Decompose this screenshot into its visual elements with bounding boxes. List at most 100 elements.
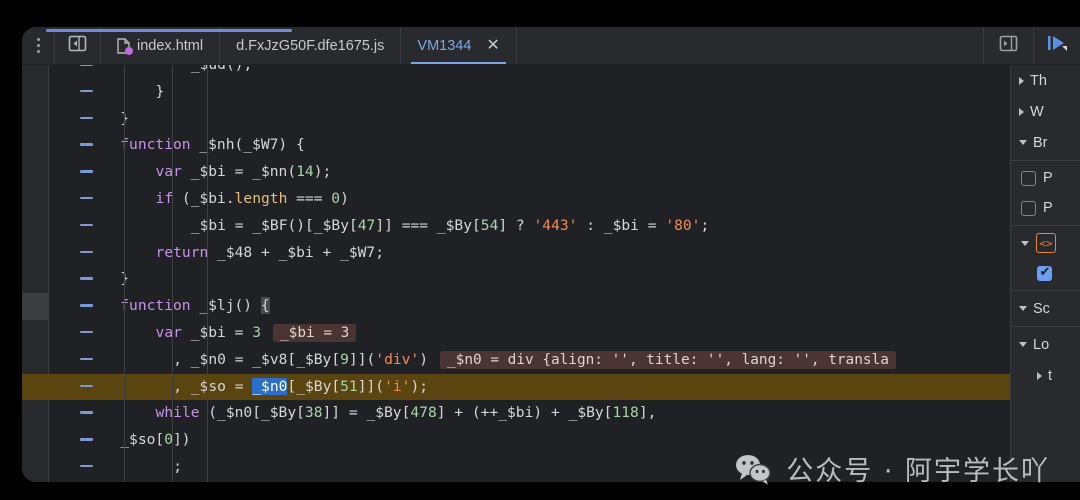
code-line[interactable]: var _$bi = _$nn(14);: [22, 159, 1010, 186]
code-token: : _$bi =: [577, 216, 666, 234]
sidebar-section-threads[interactable]: Th: [1011, 65, 1080, 96]
code-token: ;: [173, 457, 182, 475]
code-token: 9: [340, 350, 349, 368]
code-line[interactable]: , _$so = _$n0[_$By[51]]('i');: [22, 373, 1010, 401]
code-token: , _$so =: [173, 377, 253, 395]
code-token: ]] = _$By[: [322, 404, 411, 422]
code-token: ]): [173, 431, 191, 449]
resume-script-execution-button[interactable]: [1034, 27, 1080, 64]
three-dots-icon: [36, 38, 40, 41]
checkbox[interactable]: [1021, 170, 1036, 186]
sidebar-section-label: W: [1030, 103, 1044, 120]
chevron-right-icon: [1019, 76, 1024, 85]
pause-on-caught-exceptions-row[interactable]: P: [1011, 163, 1080, 193]
code-token: {: [260, 297, 270, 315]
code-line-text: function _$nh(_$W7) {: [85, 136, 305, 153]
sidebar-section-label: Th: [1030, 72, 1047, 89]
code-line[interactable]: _$ud();: [22, 65, 1010, 79]
code-token: [_$By[: [287, 377, 341, 395]
code-line[interactable]: while (_$n0[_$By[38]] = _$By[478] + (++_…: [22, 400, 1010, 427]
debugger-sidebar[interactable]: Th W Br P P <> ✔ Sc Lo t: [1010, 65, 1080, 482]
more-options-button[interactable]: [22, 27, 55, 64]
code-editor[interactable]: _$ud();}} function _$nh(_$W7) { var _$bi =…: [22, 65, 1010, 482]
breakpoint-group-header[interactable]: <>: [1011, 228, 1080, 258]
active-panel-accent-bar: [46, 29, 292, 32]
divider: [1011, 160, 1080, 161]
code-token: _$bi =: [181, 323, 253, 341]
code-token: 'div': [375, 350, 420, 368]
code-line[interactable]: _$bi = _$BF()[_$By[47]] === _$By[54] ? '…: [22, 213, 1010, 240]
line-number-marker: [80, 357, 93, 361]
sidebar-section-watch[interactable]: W: [1011, 96, 1080, 127]
line-number-marker: [80, 384, 93, 388]
pause-on-uncaught-exceptions-row[interactable]: P: [1011, 193, 1080, 223]
chevron-down-icon: [1019, 306, 1027, 311]
code-token: length: [234, 189, 288, 207]
code-line[interactable]: }: [22, 79, 1010, 106]
html-file-icon: [117, 37, 133, 55]
sidebar-section-local[interactable]: Lo: [1011, 329, 1080, 360]
code-line[interactable]: return _$48 + _$bi + _$W7;: [22, 240, 1010, 267]
code-line[interactable]: if (_$bi.length === 0): [22, 186, 1010, 213]
tab-bundle-js[interactable]: d.FxJzG50F.dfe1675.js: [220, 27, 402, 64]
code-line-text: _$ud();: [85, 65, 253, 73]
code-badge-icon: <>: [1036, 233, 1056, 253]
option-label: P: [1043, 170, 1053, 186]
code-token: ): [340, 189, 349, 207]
code-token: while: [155, 404, 200, 422]
sidebar-item-label: t: [1048, 367, 1053, 384]
option-label: P: [1043, 200, 1053, 216]
line-number-marker: [80, 304, 93, 307]
sidebar-item-local-this[interactable]: t: [1011, 360, 1080, 391]
checkbox[interactable]: [1021, 200, 1036, 216]
indent-guide: [124, 65, 125, 482]
line-number-marker: [80, 65, 93, 66]
expand-right-panel-button[interactable]: [984, 27, 1034, 64]
line-number-marker: [80, 250, 93, 254]
chevron-down-icon: [1019, 342, 1027, 347]
line-number-marker: [80, 89, 93, 93]
sidebar-section-breakpoints[interactable]: Br: [1011, 127, 1080, 158]
checkbox-checked[interactable]: [1037, 265, 1052, 281]
code-line[interactable]: }: [22, 266, 1010, 293]
code-token: _$bi = _$BF()[_$By[: [190, 216, 358, 234]
code-token: _$n0: [252, 377, 288, 395]
code-token: ===: [287, 189, 332, 207]
code-line-text: ;: [85, 458, 182, 475]
sidebar-section-label: Sc: [1033, 300, 1050, 317]
code-line[interactable]: var _$bi = 3 _$bi = 3: [22, 320, 1010, 347]
tab-strip-spacer: [517, 27, 984, 64]
code-line[interactable]: }: [22, 106, 1010, 133]
sidebar-section-scope[interactable]: Sc: [1011, 293, 1080, 324]
line-number-marker: [80, 411, 93, 414]
code-token: return: [155, 243, 209, 261]
code-line[interactable]: ;: [22, 454, 1010, 481]
unsaved-indicator-dot: [125, 46, 133, 55]
code-line[interactable]: _$so[0]): [22, 427, 1010, 454]
breakpoint-entry-row[interactable]: [1011, 258, 1080, 288]
editor-and-sidebar: _$ud();}} function _$nh(_$W7) { var _$bi =…: [22, 65, 1080, 482]
code-token: , _$n0 = _$v8[_$By[: [173, 350, 341, 368]
divider: [1011, 326, 1080, 327]
code-token: if: [155, 189, 174, 207]
code-token: _$lj(): [190, 297, 261, 315]
tab-index-html[interactable]: index.html: [101, 27, 221, 64]
code-line-text: return _$48 + _$bi + _$W7;: [85, 244, 384, 261]
tab-strip: index.html d.FxJzG50F.dfe1675.js VM1344 …: [22, 27, 1080, 65]
code-line[interactable]: , _$n0 = _$v8[_$By[9]]('div') _$n0 = div …: [22, 347, 1010, 374]
code-line-text: , _$n0 = _$v8[_$By[9]]('div'): [85, 351, 428, 368]
chevron-right-icon: [1037, 371, 1042, 380]
code-line[interactable]: function _$lj() {: [22, 293, 1010, 320]
code-token: 14: [296, 163, 314, 181]
tab-vm1344[interactable]: VM1344 ✕: [401, 27, 517, 64]
code-line-text: _$bi = _$BF()[_$By[47]] === _$By[54] ? '…: [85, 217, 709, 234]
divider: [1011, 225, 1080, 226]
code-lines[interactable]: _$ud();}} function _$nh(_$W7) { var _$bi =…: [22, 65, 1010, 475]
code-token: 54: [480, 216, 499, 234]
collapse-left-panel-button[interactable]: [55, 27, 101, 64]
code-line-text: while (_$n0[_$By[38]] = _$By[478] + (++_…: [85, 404, 657, 422]
code-line[interactable]: function _$nh(_$W7) {: [22, 132, 1010, 159]
code-token: _$ud();: [191, 65, 253, 73]
code-line[interactable]: if (_$bi > 4): [22, 481, 1010, 482]
close-icon[interactable]: ✕: [486, 37, 499, 54]
